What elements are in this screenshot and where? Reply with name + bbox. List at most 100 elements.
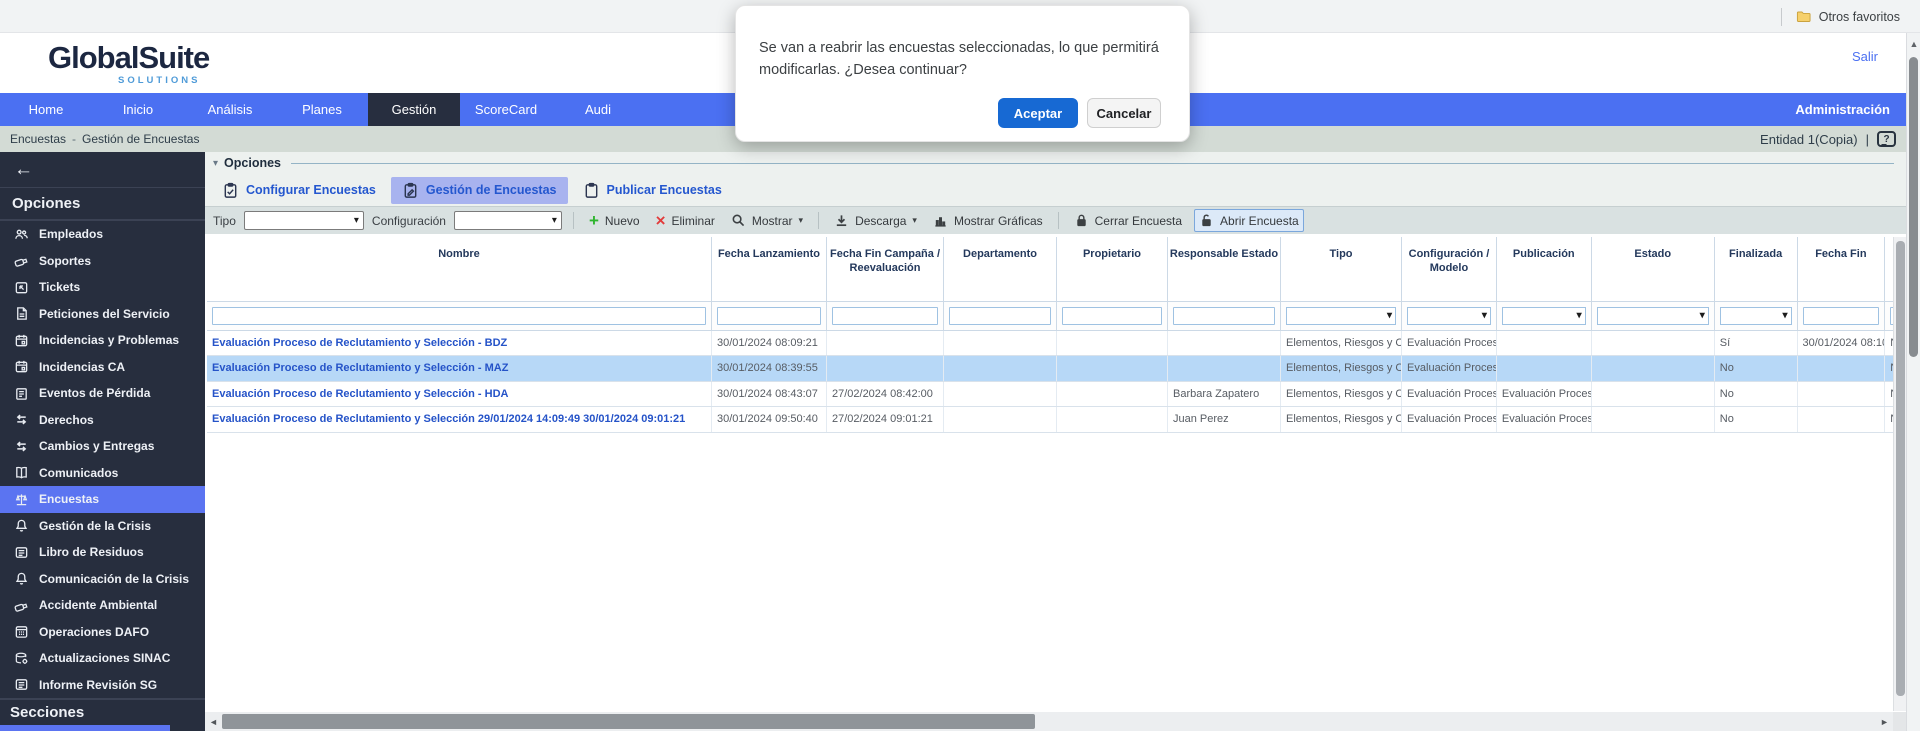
scroll-right-arrow[interactable]: ►	[1876, 717, 1893, 727]
bell-icon	[14, 518, 29, 533]
sidebar-item-comunicados[interactable]: Comunicados	[0, 460, 205, 487]
scrollbar-up-arrow[interactable]: ▲	[1907, 39, 1920, 49]
logout-link[interactable]: Salir	[1852, 49, 1878, 64]
col-header-tipo[interactable]: Tipo	[1280, 237, 1403, 302]
finalizada-filter-select[interactable]: ▾	[1719, 306, 1792, 325]
nav-item-planes[interactable]: Planes	[276, 93, 368, 126]
calendar-grid-icon	[14, 624, 29, 639]
sidebar-sections-title[interactable]: Secciones	[0, 698, 205, 725]
survey-name-link[interactable]: Evaluación Proceso de Reclutamiento y Se…	[207, 406, 712, 433]
sidebar-item-tickets[interactable]: Tickets	[0, 274, 205, 301]
table-filter-row: ▾ ▾ ▾ ▾ ▾	[207, 301, 1895, 331]
tipo-filter-select[interactable]: ▾	[1285, 306, 1397, 325]
tipo-select[interactable]: ▾	[243, 211, 364, 230]
tab-configurar-encuestas[interactable]: Configurar Encuestas	[211, 177, 387, 204]
sidebar-item-empleados[interactable]: Empleados	[0, 221, 205, 248]
sidebar-item-incidencias-y-problemas[interactable]: Incidencias y Problemas	[0, 327, 205, 354]
table-vscroll-thumb[interactable]	[1895, 241, 1905, 696]
table-row[interactable]: Evaluación Proceso de Reclutamiento y Se…	[207, 381, 1895, 407]
survey-name-link[interactable]: Evaluación Proceso de Reclutamiento y Se…	[207, 355, 712, 382]
col-header-publicacion[interactable]: Publicación	[1496, 237, 1592, 302]
sidebar-item-accidente-ambiental[interactable]: Accidente Ambiental	[0, 592, 205, 619]
col-header-departamento[interactable]: Departamento	[943, 237, 1058, 302]
sidebar-item-encuestas[interactable]: Encuestas	[0, 486, 205, 513]
propietario-filter-input[interactable]	[1062, 307, 1162, 325]
abrir-encuesta-button[interactable]: Abrir Encuesta	[1194, 209, 1304, 232]
fecha-fin-filter-input[interactable]	[1802, 307, 1880, 325]
mostrar-graficas-button[interactable]: Mostrar Gráficas	[929, 210, 1047, 231]
col-header-fecha-fin-campana[interactable]: Fecha Fin Campaña / Reevaluación	[826, 237, 945, 302]
browser-scrollbar[interactable]: ▲	[1906, 33, 1920, 731]
sidebar-item-peticiones-del-servicio[interactable]: Peticiones del Servicio	[0, 301, 205, 328]
bookmarks-divider	[1780, 7, 1782, 26]
other-favorites-label[interactable]: Otros favoritos	[1819, 10, 1900, 24]
fecha-lanzamiento-filter-input[interactable]	[716, 307, 821, 325]
table-row[interactable]: Evaluación Proceso de Reclutamiento y Se…	[207, 330, 1895, 356]
nav-item-scorecard[interactable]: ScoreCard	[460, 93, 552, 126]
swap-arrows-icon	[14, 412, 29, 427]
sidebar-item-actualizaciones-sinac[interactable]: Actualizaciones SINAC	[0, 645, 205, 672]
nav-item-gestion[interactable]: Gestión	[368, 93, 460, 126]
cerrar-encuesta-button[interactable]: Cerrar Encuesta	[1070, 210, 1186, 231]
nuevo-button[interactable]: + Nuevo	[585, 211, 644, 231]
survey-name-link[interactable]: Evaluación Proceso de Reclutamiento y Se…	[207, 330, 712, 356]
departamento-filter-input[interactable]	[949, 307, 1052, 325]
tab-publicar-encuestas[interactable]: Publicar Encuestas	[572, 177, 733, 204]
scrollbar-thumb[interactable]	[1909, 57, 1918, 357]
table-row[interactable]: Evaluación Proceso de Reclutamiento y Se…	[207, 406, 1895, 433]
nav-item-analisis[interactable]: Análisis	[184, 93, 276, 126]
sidebar-item-incidencias-ca[interactable]: Incidencias CA	[0, 354, 205, 381]
nav-item-audit[interactable]: Audi	[552, 93, 644, 126]
sidebar-item-eventos-de-perdida[interactable]: Eventos de Pérdida	[0, 380, 205, 407]
sidebar-item-comunicacion-de-la-crisis[interactable]: Comunicación de la Crisis	[0, 566, 205, 593]
chevron-down-icon: ▾	[798, 215, 804, 225]
sidebar-item-gestion-de-la-crisis[interactable]: Gestión de la Crisis	[0, 513, 205, 540]
bell-icon	[14, 571, 29, 586]
fecha-fin-campana-filter-input[interactable]	[831, 307, 939, 325]
scroll-left-arrow[interactable]: ◄	[205, 717, 222, 727]
col-header-fecha-fin[interactable]: Fecha Fin	[1797, 237, 1886, 302]
estado-filter-select[interactable]: ▾	[1596, 306, 1709, 325]
configuracion-filter-select[interactable]: ▾	[1407, 306, 1491, 325]
breadcrumb-root[interactable]: Encuestas	[10, 132, 66, 146]
table-vertical-scrollbar[interactable]	[1893, 237, 1906, 711]
descarga-button[interactable]: Descarga ▾	[830, 210, 921, 231]
nav-item-home[interactable]: Home	[0, 93, 92, 126]
configuracion-select[interactable]: ▾	[453, 211, 562, 230]
confirm-dialog: Se van a reabrir las encuestas seleccion…	[735, 5, 1190, 142]
col-header-propietario[interactable]: Propietario	[1056, 237, 1168, 302]
sidebar-item-soportes[interactable]: Soportes	[0, 248, 205, 275]
col-header-estado[interactable]: Estado	[1591, 237, 1715, 302]
tab-gestion-de-encuestas[interactable]: Gestión de Encuestas	[390, 176, 568, 204]
people-icon	[14, 227, 29, 242]
lock-icon	[1074, 213, 1089, 228]
sidebar-collapse-button[interactable]: ←	[0, 152, 205, 188]
sidebar-item-informe-revision-sg[interactable]: Informe Revisión SG	[0, 672, 205, 699]
col-header-responsable-estado[interactable]: Responsable Estado	[1167, 237, 1281, 302]
sidebar-item-derechos[interactable]: Derechos	[0, 407, 205, 434]
sidebar-item-operaciones-dafo[interactable]: Operaciones DAFO	[0, 619, 205, 646]
survey-name-link[interactable]: Evaluación Proceso de Reclutamiento y Se…	[207, 381, 712, 407]
col-header-finalizada[interactable]: Finalizada	[1714, 237, 1798, 302]
eliminar-button[interactable]: × Eliminar	[652, 211, 719, 231]
table-hscroll-thumb[interactable]	[222, 714, 1035, 729]
nombre-filter-input[interactable]	[212, 307, 706, 325]
responsable-estado-filter-input[interactable]	[1172, 307, 1275, 325]
table-row-selected[interactable]: Evaluación Proceso de Reclutamiento y Se…	[207, 355, 1895, 382]
clipboard-check-icon	[222, 182, 239, 199]
table-horizontal-scrollbar[interactable]: ◄ ►	[205, 712, 1893, 731]
col-header-fecha-lanzamiento[interactable]: Fecha Lanzamiento	[711, 237, 827, 302]
col-header-nombre[interactable]: Nombre	[207, 237, 712, 302]
collapse-caret-icon[interactable]: ▾	[213, 158, 218, 169]
cancel-button[interactable]: Cancelar	[1087, 98, 1161, 128]
col-header-configuracion-modelo[interactable]: Configuración / Modelo	[1401, 237, 1497, 302]
publicacion-filter-select[interactable]: ▾	[1501, 306, 1586, 325]
sidebar-item-cambios-y-entregas[interactable]: Cambios y Entregas	[0, 433, 205, 460]
help-icon[interactable]: ?	[1877, 131, 1896, 147]
nav-item-administracion[interactable]: Administración	[1779, 93, 1906, 126]
mostrar-button[interactable]: Mostrar ▾	[727, 210, 807, 231]
nav-item-inicio[interactable]: Inicio	[92, 93, 184, 126]
sidebar-item-libro-de-residuos[interactable]: Libro de Residuos	[0, 539, 205, 566]
accept-button[interactable]: Aceptar	[998, 98, 1078, 128]
toolbar-divider	[1057, 212, 1059, 229]
